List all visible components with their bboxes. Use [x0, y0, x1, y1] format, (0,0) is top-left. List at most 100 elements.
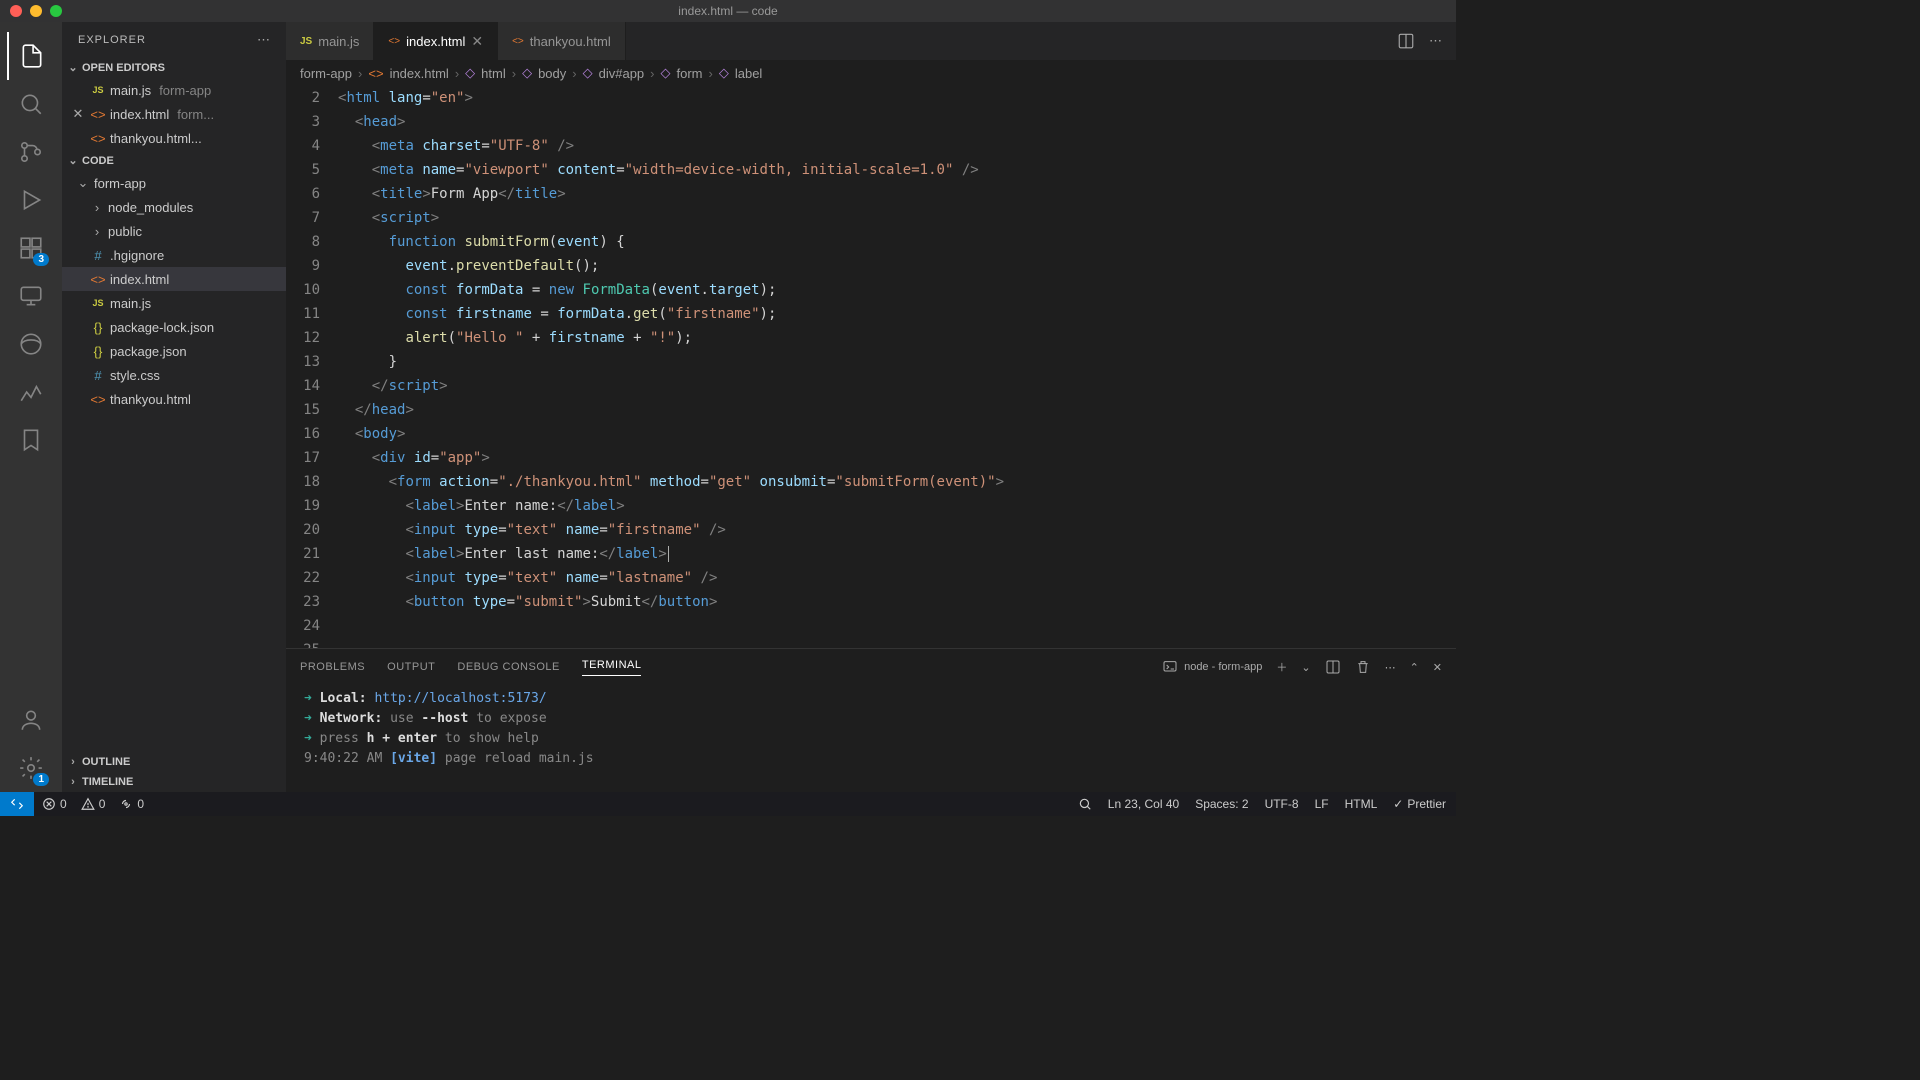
open-editor-item[interactable]: ✕<>index.htmlform...	[62, 102, 286, 126]
close-icon[interactable]: ✕	[70, 106, 86, 122]
file-icon: <>	[90, 392, 106, 407]
panel-tab-terminal[interactable]: TERMINAL	[582, 659, 642, 676]
bookmark-icon[interactable]	[7, 416, 55, 464]
tree-item[interactable]: <>index.html	[62, 267, 286, 291]
file-icon: {}	[90, 344, 106, 359]
remote-indicator[interactable]	[0, 792, 34, 816]
symbol-icon: ◇	[465, 65, 475, 81]
file-icon: <>	[90, 272, 106, 287]
file-icon: JS	[90, 298, 106, 308]
panel-tab-output[interactable]: OUTPUT	[387, 661, 435, 673]
editor-tab[interactable]: <>thankyou.html	[498, 22, 626, 60]
sidebar-title: EXPLORER	[78, 34, 146, 46]
search-icon[interactable]	[7, 80, 55, 128]
open-editor-item[interactable]: <>thankyou.html...	[62, 126, 286, 150]
file-icon: <>	[512, 36, 524, 47]
split-terminal-icon[interactable]	[1325, 659, 1341, 675]
split-editor-icon[interactable]	[1397, 32, 1415, 50]
tree-item[interactable]: {}package-lock.json	[62, 315, 286, 339]
sidebar: EXPLORER ⋯ ⌄ OPEN EDITORS JSmain.jsform-…	[62, 22, 286, 792]
maximize-panel-icon[interactable]: ⌃	[1410, 661, 1419, 674]
chevron-right-icon: ›	[90, 224, 104, 239]
extensions-badge: 3	[33, 253, 49, 266]
settings-badge: 1	[33, 773, 49, 786]
status-zoom[interactable]	[1078, 797, 1092, 811]
file-icon: <>	[90, 107, 106, 122]
remote-explorer-icon[interactable]	[7, 272, 55, 320]
editor-tab[interactable]: <>index.html✕	[374, 22, 498, 60]
tree-item[interactable]: #.hgignore	[62, 243, 286, 267]
settings-gear-icon[interactable]: 1	[7, 744, 55, 792]
terminal-dropdown-icon[interactable]: ⌄	[1301, 661, 1310, 674]
explorer-icon[interactable]	[7, 32, 55, 80]
symbol-icon: ◇	[661, 65, 671, 81]
code-editor[interactable]: 2345678910111213141516171819202122232425…	[286, 86, 1456, 648]
status-language[interactable]: HTML	[1345, 797, 1378, 811]
sidebar-more-icon[interactable]: ⋯	[257, 32, 270, 48]
status-formatter[interactable]: ✓ Prettier	[1393, 797, 1446, 811]
symbol-icon: ◇	[719, 65, 729, 81]
file-icon: <>	[388, 36, 400, 47]
status-warnings[interactable]: 0	[81, 797, 106, 811]
edge-icon[interactable]	[7, 320, 55, 368]
tree-item[interactable]: ›public	[62, 219, 286, 243]
chevron-down-icon: ⌄	[66, 154, 80, 167]
editor-tabs: JSmain.js<>index.html✕<>thankyou.html ⋯	[286, 22, 1456, 60]
status-errors[interactable]: 0	[42, 797, 67, 811]
chevron-down-icon: ⌄	[66, 61, 80, 74]
close-tab-icon[interactable]: ✕	[471, 33, 483, 50]
window-close-button[interactable]	[10, 5, 22, 17]
panel-tab-debug[interactable]: DEBUG CONSOLE	[457, 661, 559, 673]
html-file-icon: <>	[368, 66, 383, 81]
status-eol[interactable]: LF	[1315, 797, 1329, 811]
account-icon[interactable]	[7, 696, 55, 744]
open-editor-item[interactable]: JSmain.jsform-app	[62, 78, 286, 102]
panel-tab-problems[interactable]: PROBLEMS	[300, 661, 365, 673]
status-encoding[interactable]: UTF-8	[1265, 797, 1299, 811]
terminal-output[interactable]: ➜ Local: http://localhost:5173/ ➜ Networ…	[286, 685, 1456, 792]
more-actions-icon[interactable]: ⋯	[1429, 33, 1442, 49]
run-debug-icon[interactable]	[7, 176, 55, 224]
breadcrumbs[interactable]: form-app› <>index.html› ◇html› ◇body› ◇d…	[286, 60, 1456, 86]
kill-terminal-icon[interactable]	[1355, 659, 1371, 675]
tree-item[interactable]: #style.css	[62, 363, 286, 387]
window-minimize-button[interactable]	[30, 5, 42, 17]
chevron-down-icon: ⌄	[76, 175, 90, 191]
chevron-right-icon: ›	[90, 200, 104, 215]
folder-root[interactable]: ⌄ form-app	[62, 171, 286, 195]
status-spaces[interactable]: Spaces: 2	[1195, 797, 1248, 811]
status-bar: 0 0 0 Ln 23, Col 40 Spaces: 2 UTF-8 LF H…	[0, 792, 1456, 816]
code-section[interactable]: ⌄ CODE	[62, 150, 286, 171]
status-ports[interactable]: 0	[119, 797, 144, 811]
graph-icon[interactable]	[7, 368, 55, 416]
file-icon: {}	[90, 320, 106, 335]
file-icon: #	[90, 248, 106, 263]
close-panel-icon[interactable]: ✕	[1433, 661, 1442, 674]
tree-item[interactable]: JSmain.js	[62, 291, 286, 315]
window-maximize-button[interactable]	[50, 5, 62, 17]
activity-bar: 3 1	[0, 22, 62, 792]
code-content[interactable]: <html lang="en"> <head> <meta charset="U…	[338, 86, 1456, 648]
file-icon: JS	[90, 85, 106, 95]
chevron-right-icon: ›	[66, 756, 80, 768]
tree-item[interactable]: {}package.json	[62, 339, 286, 363]
terminal-process[interactable]: node - form-app	[1162, 659, 1262, 675]
status-cursor[interactable]: Ln 23, Col 40	[1108, 797, 1179, 811]
window-title: index.html — code	[678, 4, 777, 18]
editor-tab[interactable]: JSmain.js	[286, 22, 374, 60]
timeline-section[interactable]: › TIMELINE	[62, 772, 286, 792]
open-editors-section[interactable]: ⌄ OPEN EDITORS	[62, 57, 286, 78]
chevron-right-icon: ›	[66, 776, 80, 788]
new-terminal-icon[interactable]: ＋	[1276, 659, 1287, 675]
source-control-icon[interactable]	[7, 128, 55, 176]
panel-more-icon[interactable]: ⋯	[1385, 661, 1396, 674]
tree-item[interactable]: <>thankyou.html	[62, 387, 286, 411]
file-icon: <>	[90, 131, 106, 146]
tree-item[interactable]: ›node_modules	[62, 195, 286, 219]
line-gutter: 2345678910111213141516171819202122232425	[286, 86, 338, 648]
symbol-icon: ◇	[583, 65, 593, 81]
file-icon: #	[90, 368, 106, 383]
outline-section[interactable]: › OUTLINE	[62, 752, 286, 772]
file-icon: JS	[300, 36, 312, 47]
extensions-icon[interactable]: 3	[7, 224, 55, 272]
